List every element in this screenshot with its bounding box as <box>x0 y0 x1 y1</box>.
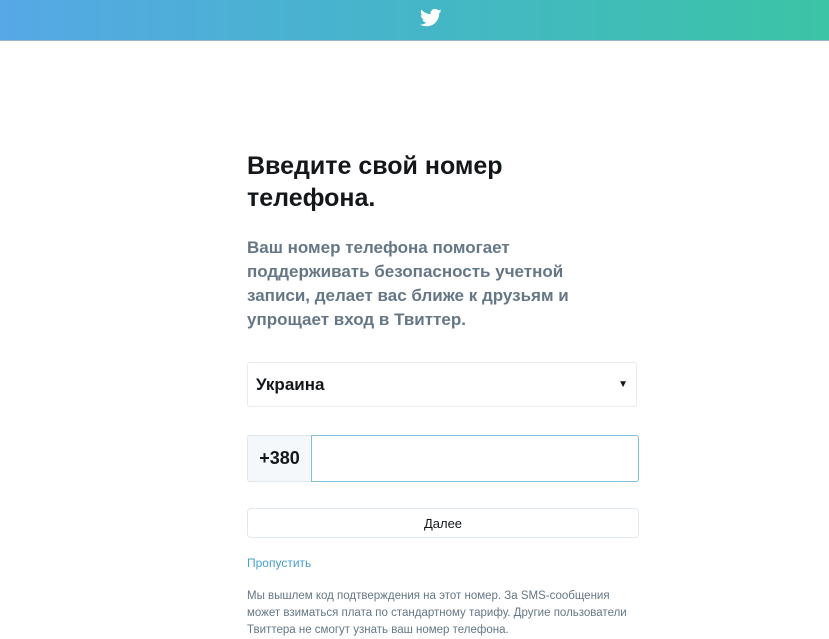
chevron-down-icon: ▼ <box>618 379 628 390</box>
phone-entry-form: Введите свой номер телефона. Ваш номер т… <box>247 150 639 636</box>
country-code-prefix: +380 <box>247 435 311 482</box>
phone-number-row: +380 <box>247 435 639 482</box>
country-select[interactable]: Украина ▼ <box>247 362 637 407</box>
twitter-bird-icon <box>420 8 442 27</box>
sms-footnote: Мы вышлем код подтверждения на этот номе… <box>247 590 627 636</box>
page-subtitle: Ваш номер телефона помогает поддерживать… <box>247 238 569 329</box>
phone-number-input[interactable] <box>311 435 639 482</box>
country-select-value: Украина <box>256 374 325 394</box>
skip-link[interactable]: Пропустить <box>247 556 311 570</box>
next-button[interactable]: Далее <box>247 508 639 538</box>
top-bar <box>0 0 829 41</box>
page-title: Введите свой номер телефона. <box>247 152 503 212</box>
